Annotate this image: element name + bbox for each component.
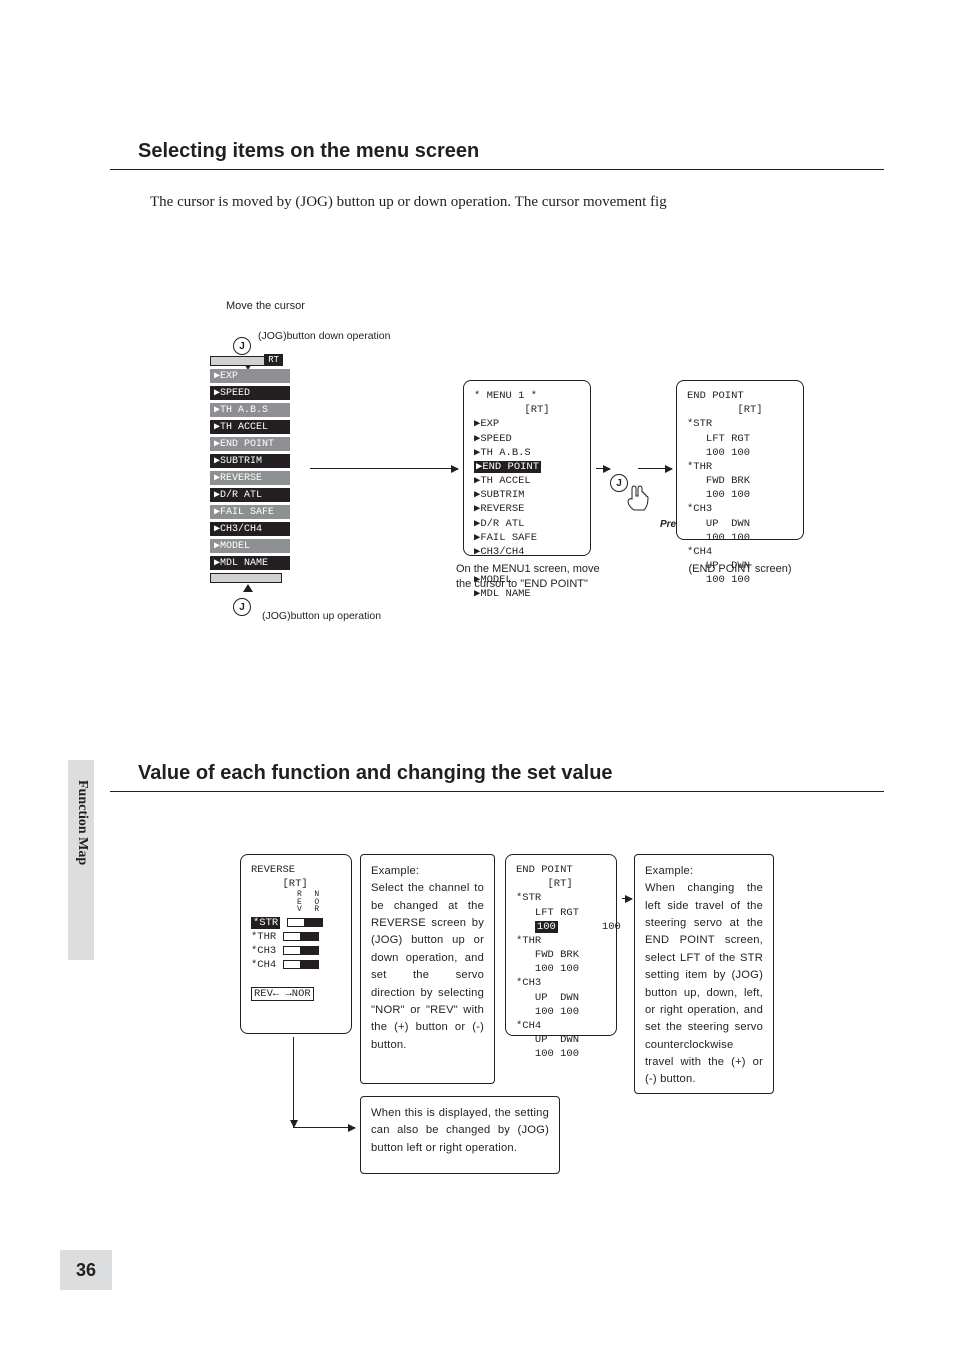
menu-ribbon-item: ▶TH ACCEL [210,420,290,434]
section1-body: The cursor is moved by (JOG) button up o… [150,190,844,214]
flow-arrow-icon [596,468,610,469]
flow-arrow-icon [293,1037,294,1127]
example-box-endpoint: Example: When changing the left side tra… [634,854,774,1094]
section2-rule [110,791,884,792]
menu-ribbon-item: ▶REVERSE [210,471,290,485]
example-title: Example: [371,865,419,877]
flow-arrow-icon [293,1127,355,1128]
figure-menu-select: Move the cursor (JOG)button down operati… [210,302,884,712]
menu-ribbon-item: ▶EXP [210,369,290,383]
menu-ribbon-item: ▶FAIL SAFE [210,505,290,519]
menu-ribbon-item: ▶SUBTRIM [210,454,290,468]
jog-icon: J [233,598,251,616]
flow-arrow-icon [638,468,672,469]
section1-heading: Selecting items on the menu screen [138,140,884,163]
jog-up-label: (JOG)button up operation [262,610,381,622]
section1-rule [110,169,884,170]
flow-arrow-icon [310,468,458,469]
lcd-endpoint-lft: END POINT [RT] *STR LFT RGT 100 100 *THR… [505,854,617,1036]
menu-ribbon-item: ▶TH A.B.S [210,403,290,417]
jog-icon: J [233,337,251,355]
menu-ribbon-item: ▶D/R ATL [210,488,290,502]
page-number: 36 [60,1250,112,1290]
example-body: Select the channel to be changed at the … [371,882,484,1050]
menu-ribbon-item: ▶MODEL [210,539,290,553]
caption-endpoint: (END POINT screen) [670,562,810,577]
menu-ribbon-item: ▶SPEED [210,386,290,400]
press-hand-icon [626,484,654,514]
menu-ribbon: RT ▶EXP ▶SPEED ▶TH A.B.S ▶TH ACCEL ▶END POIN… [210,356,305,583]
lcd-reverse: REVERSE [RT]REV NOR*STR *THR *CH3 *CH4 R… [240,854,352,1034]
lcd-menu1: * MENU 1 * [RT] ▶EXP ▶SPEED ▶TH A.B.S ▶E… [463,380,591,556]
menu-ribbon-item: ▶END POINT [210,437,290,451]
side-tab-label: Function Map [74,780,90,865]
lcd-endpoint: END POINT [RT] *STR LFT RGT 100 100 *THR… [676,380,804,540]
jog-down-label: (JOG)button down operation [258,330,391,342]
move-cursor-label: Move the cursor [226,300,305,312]
example-body: When changing the left side travel of th… [645,882,763,1085]
menu-ribbon-item: ▶CH3/CH4 [210,522,290,536]
figure-value-change: REVERSE [RT]REV NOR*STR *THR *CH3 *CH4 R… [210,854,884,1204]
section2-heading: Value of each function and changing the … [138,762,884,785]
menu-ribbon-item: ▶MDL NAME [210,556,290,570]
caption-menu1: On the MENU1 screen, move the cursor to … [456,562,616,592]
note-box-jog: When this is displayed, the setting can … [360,1096,560,1174]
flow-arrow-icon [622,898,632,899]
example-box-reverse: Example: Select the channel to be change… [360,854,495,1084]
example-title: Example: [645,865,693,877]
up-arrow-icon [243,584,253,592]
rt-badge: RT [264,354,283,366]
